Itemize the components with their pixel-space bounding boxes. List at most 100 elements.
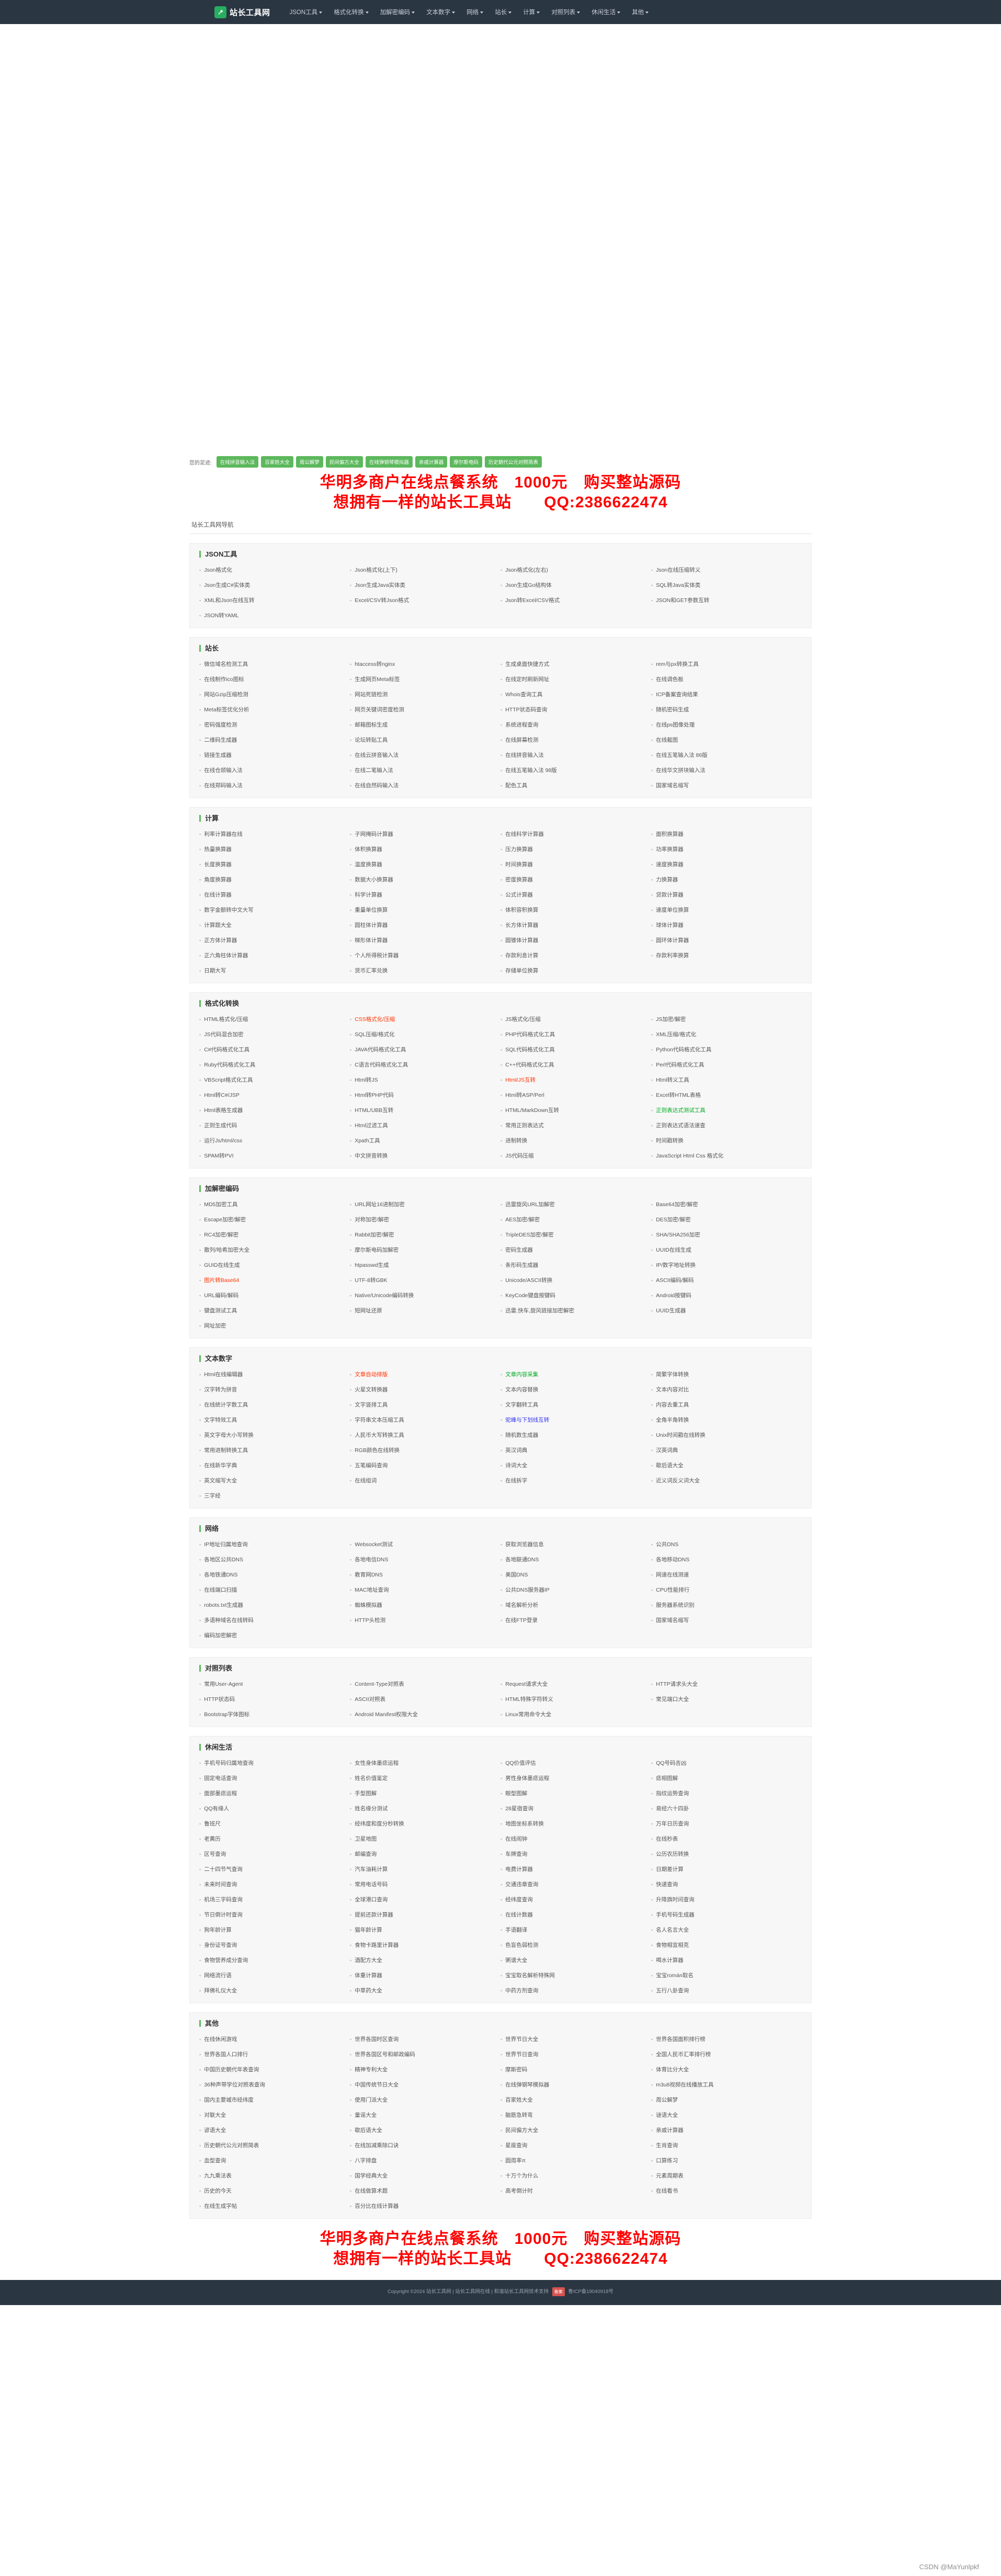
tool-link[interactable]: ▪ SQL压缩/格式化 bbox=[350, 1030, 500, 1038]
tool-link[interactable]: ▪ 诗词大全 bbox=[500, 1461, 651, 1469]
tool-link[interactable]: ▪ 世界各国时区查询 bbox=[350, 2035, 500, 2043]
nav-item-1[interactable]: 格式化转换 bbox=[328, 8, 374, 16]
tool-link[interactable]: ▪ 在线五笔输入法 98版 bbox=[500, 766, 651, 774]
tool-link[interactable]: ▪ 国学经典大全 bbox=[350, 2172, 500, 2180]
tool-link[interactable]: ▪ 五行八卦查询 bbox=[651, 1987, 802, 1994]
tool-link[interactable]: ▪ 国家域名缩写 bbox=[651, 1616, 802, 1624]
nav-item-2[interactable]: 加解密编码 bbox=[374, 8, 421, 16]
tool-link[interactable]: ▪ 星座查询 bbox=[500, 2141, 651, 2149]
tool-link[interactable]: ▪ 在线统计字数工具 bbox=[199, 1401, 350, 1409]
tool-link[interactable]: ▪ C语言代码格式化工具 bbox=[350, 1061, 500, 1069]
tool-link[interactable]: ▪ 货币汇率兑换 bbox=[350, 967, 500, 974]
site-brand[interactable]: 站长工具网 bbox=[214, 6, 270, 18]
tool-link[interactable]: ▪ 蜘蛛模拟器 bbox=[350, 1601, 500, 1609]
tool-link[interactable]: ▪ 在线计算器 bbox=[199, 891, 350, 899]
tool-link[interactable]: ▪ 全角半角转换 bbox=[651, 1416, 802, 1424]
footprint-tag[interactable]: 民间偏方大全 bbox=[325, 456, 363, 468]
tool-link[interactable]: ▪ 中文拼音转换 bbox=[350, 1152, 500, 1160]
tool-link[interactable]: ▪ 内容去重工具 bbox=[651, 1401, 802, 1409]
tool-link[interactable]: ▪ 速度单位换算 bbox=[651, 906, 802, 914]
tool-link[interactable]: ▪ 在线FTP登录 bbox=[500, 1616, 651, 1624]
tool-link[interactable]: ▪ 在线做算术题 bbox=[350, 2187, 500, 2195]
tool-link[interactable]: ▪ 国家域名缩写 bbox=[651, 781, 802, 789]
tool-link[interactable]: ▪ rem与px转换工具 bbox=[651, 660, 802, 668]
tool-link[interactable]: ▪ Android Manifest权限大全 bbox=[350, 1710, 500, 1718]
tool-link[interactable]: ▪ PHP代码格式化工具 bbox=[500, 1030, 651, 1038]
tool-link[interactable]: ▪ 鲁班尺 bbox=[199, 1820, 350, 1828]
tool-link[interactable]: ▪ 喝水计算器 bbox=[651, 1956, 802, 1964]
tool-link[interactable]: ▪ 摩斯密码 bbox=[500, 2066, 651, 2073]
footer-beian[interactable]: 鲁ICP备19040918号 bbox=[568, 2289, 613, 2295]
tool-link[interactable]: ▪ 固定电话查询 bbox=[199, 1774, 350, 1782]
tool-link[interactable]: ▪ 女性身体墨痣运程 bbox=[350, 1759, 500, 1767]
tool-link[interactable]: ▪ 利率计算器在线 bbox=[199, 830, 350, 838]
tool-link[interactable]: ▪ 人民币大写转换工具 bbox=[350, 1431, 500, 1439]
tool-link[interactable]: ▪ 血型查询 bbox=[199, 2157, 350, 2164]
tool-link[interactable]: ▪ 数据大小换算器 bbox=[350, 876, 500, 883]
tool-link[interactable]: ▪ Linux常用命令大全 bbox=[500, 1710, 651, 1718]
tool-link[interactable]: ▪ 对联大全 bbox=[199, 2111, 350, 2119]
tool-link[interactable]: ▪ 酒配方大全 bbox=[350, 1956, 500, 1964]
tool-link[interactable]: ▪ UUID在线生成 bbox=[651, 1246, 802, 1254]
tool-link[interactable]: ▪ C++代码格式化工具 bbox=[500, 1061, 651, 1069]
nav-item-8[interactable]: 休闲生活 bbox=[586, 8, 626, 16]
tool-link[interactable]: ▪ 条形码生成器 bbox=[500, 1261, 651, 1269]
tool-link[interactable]: ▪ 网站Gzip压缩检测 bbox=[199, 690, 350, 698]
tool-link[interactable]: ▪ 公共DNS bbox=[651, 1540, 802, 1548]
tool-link[interactable]: ▪ 食物营养成分查询 bbox=[199, 1956, 350, 1964]
tool-link[interactable]: ▪ 力换算器 bbox=[651, 876, 802, 883]
tool-link[interactable]: ▪ HTTP状态码 bbox=[199, 1695, 350, 1703]
footprint-tag[interactable]: 在线拼音输入法 bbox=[216, 456, 259, 468]
tool-link[interactable]: ▪ 时间换算器 bbox=[500, 860, 651, 868]
tool-link[interactable]: ▪ 散列/哈希加密大全 bbox=[199, 1246, 350, 1254]
tool-link[interactable]: ▪ 子网掩码计算器 bbox=[350, 830, 500, 838]
tool-link[interactable]: ▪ 色盲色弱检测 bbox=[500, 1941, 651, 1949]
tool-link[interactable]: ▪ KeyCode键盘按键码 bbox=[500, 1291, 651, 1299]
tool-link[interactable]: ▪ Excel转HTML表格 bbox=[651, 1091, 802, 1099]
tool-link[interactable]: ▪ 文章自动排版 bbox=[350, 1370, 500, 1378]
tool-link[interactable]: ▪ 全球港口查询 bbox=[350, 1896, 500, 1903]
tool-link[interactable]: ▪ JS格式化/压缩 bbox=[500, 1015, 651, 1023]
tool-link[interactable]: ▪ JS代码压缩 bbox=[500, 1152, 651, 1160]
tool-link[interactable]: ▪ Html表格生成器 bbox=[199, 1106, 350, 1114]
tool-link[interactable]: ▪ C#代码格式化工具 bbox=[199, 1046, 350, 1053]
tool-link[interactable]: ▪ 元素周期表 bbox=[651, 2172, 802, 2180]
tool-link[interactable]: ▪ 获取浏览器信息 bbox=[500, 1540, 651, 1548]
nav-item-7[interactable]: 对照列表 bbox=[545, 8, 586, 16]
tool-link[interactable]: ▪ 面积换算器 bbox=[651, 830, 802, 838]
tool-link[interactable]: ▪ 世界各国面积排行榜 bbox=[651, 2035, 802, 2043]
tool-link[interactable]: ▪ 老黄历 bbox=[199, 1835, 350, 1843]
tool-link[interactable]: ▪ MD5加密工具 bbox=[199, 1200, 350, 1208]
tool-link[interactable]: ▪ URL网址16进制加密 bbox=[350, 1200, 500, 1208]
tool-link[interactable]: ▪ 手机号码生成器 bbox=[651, 1911, 802, 1919]
tool-link[interactable]: ▪ 在线华文拼块输入法 bbox=[651, 766, 802, 774]
tool-link[interactable]: ▪ 名人名言大全 bbox=[651, 1926, 802, 1934]
tool-link[interactable]: ▪ 卫星地图 bbox=[350, 1835, 500, 1843]
tool-link[interactable]: ▪ 温度换算器 bbox=[350, 860, 500, 868]
nav-item-3[interactable]: 文本数字 bbox=[420, 8, 461, 16]
tool-link[interactable]: ▪ 圆柱体计算器 bbox=[350, 921, 500, 929]
tool-link[interactable]: ▪ 正则表达式测试工具 bbox=[651, 1106, 802, 1114]
tool-link[interactable]: ▪ Json生成Go结构体 bbox=[500, 581, 651, 589]
tool-link[interactable]: ▪ 体积换算器 bbox=[350, 845, 500, 853]
tool-link[interactable]: ▪ Html/JS互转 bbox=[500, 1076, 651, 1084]
tool-link[interactable]: ▪ 快递查询 bbox=[651, 1880, 802, 1888]
tool-link[interactable]: ▪ 在线弹钢琴模拟器 bbox=[500, 2081, 651, 2089]
tool-link[interactable]: ▪ JSON转YAML bbox=[199, 611, 350, 619]
tool-link[interactable]: ▪ HTML格式化/压缩 bbox=[199, 1015, 350, 1023]
tool-link[interactable]: ▪ JS代码混合加密 bbox=[199, 1030, 350, 1038]
tool-link[interactable]: ▪ Json生成Java实体类 bbox=[350, 581, 500, 589]
tool-link[interactable]: ▪ CPU性能排行 bbox=[651, 1586, 802, 1594]
tool-link[interactable]: ▪ 历史朝代公元对照简表 bbox=[199, 2141, 350, 2149]
tool-link[interactable]: ▪ 区号查询 bbox=[199, 1850, 350, 1858]
tool-link[interactable]: ▪ 百分比在线计算器 bbox=[350, 2202, 500, 2210]
tool-link[interactable]: ▪ 世界各国区号和邮政编码 bbox=[350, 2050, 500, 2058]
tool-link[interactable]: ▪ Html转义工具 bbox=[651, 1076, 802, 1084]
tool-link[interactable]: ▪ 简繁字体转换 bbox=[651, 1370, 802, 1378]
tool-link[interactable]: ▪ 火星文转换器 bbox=[350, 1386, 500, 1393]
tool-link[interactable]: ▪ 邮编查询 bbox=[350, 1850, 500, 1858]
tool-link[interactable]: ▪ Meta标签优化分析 bbox=[199, 706, 350, 713]
tool-link[interactable]: ▪ 经纬度和度分秒转换 bbox=[350, 1820, 500, 1828]
tool-link[interactable]: ▪ Content-Type对照表 bbox=[350, 1680, 500, 1688]
tool-link[interactable]: ▪ 在线仓颉输入法 bbox=[199, 766, 350, 774]
